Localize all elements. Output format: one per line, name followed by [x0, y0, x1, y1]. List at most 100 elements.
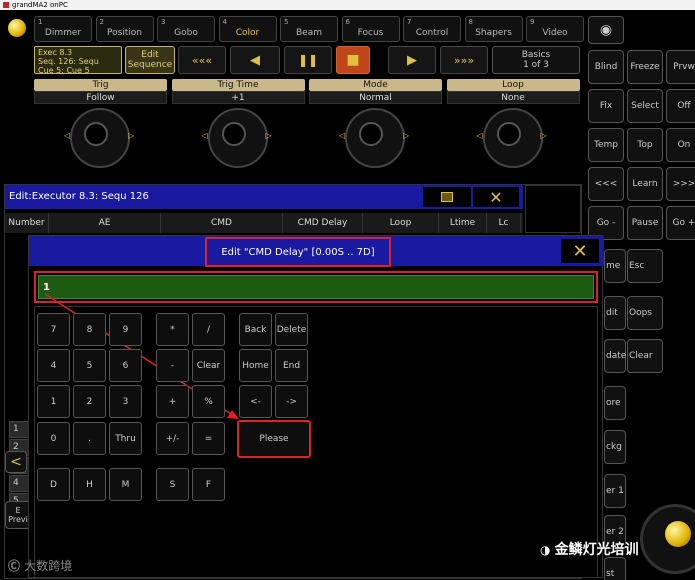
key-end[interactable]: End: [275, 349, 308, 382]
key-h[interactable]: H: [73, 468, 106, 501]
side-key-freeze[interactable]: Freeze: [627, 50, 663, 84]
key-n7[interactable]: 7: [37, 313, 70, 346]
side-key-learn[interactable]: Learn: [627, 167, 663, 201]
encoder-value-3[interactable]: None: [446, 91, 580, 104]
key-n1[interactable]: 1: [37, 385, 70, 418]
side-key-partial-10[interactable]: st: [604, 557, 626, 580]
pool-label: Control: [415, 28, 449, 38]
master-ball-icon[interactable]: [8, 19, 26, 37]
key-home[interactable]: Home: [239, 349, 272, 382]
key-n5[interactable]: 5: [73, 349, 106, 382]
window-title: grandMA2 onPC: [12, 1, 68, 9]
side-key-fix[interactable]: Fix: [588, 89, 624, 123]
key-minus[interactable]: -: [156, 349, 189, 382]
encoder-value-1[interactable]: +1: [171, 91, 305, 104]
key-n4[interactable]: 4: [37, 349, 70, 382]
encoder-value-2[interactable]: Normal: [309, 91, 442, 104]
please-button[interactable]: Please: [237, 420, 311, 458]
side-key-temp[interactable]: Temp: [588, 128, 624, 162]
fast-forward-button[interactable]: »»»: [440, 46, 488, 74]
column-header-2[interactable]: CMD: [161, 213, 283, 233]
window-menu-button[interactable]: [423, 187, 471, 207]
pool-shapers[interactable]: 8 Shapers: [464, 16, 523, 42]
side-key-partial-6[interactable]: ore: [604, 386, 626, 420]
encoder-wheel[interactable]: [640, 504, 695, 574]
side-key-prvw[interactable]: Prvw: [666, 50, 695, 84]
key-label: Home: [242, 360, 269, 371]
encoder-knob-2[interactable]: [345, 108, 405, 168]
stop-button[interactable]: ■: [336, 46, 370, 74]
side-key-blind[interactable]: Blind: [588, 50, 624, 84]
column-header-6[interactable]: Lc: [487, 213, 521, 233]
pool-beam[interactable]: 5 Beam: [280, 16, 338, 42]
side-key-go+[interactable]: Go +: [666, 206, 695, 240]
key-clear[interactable]: Clear: [192, 349, 225, 382]
side-key-on[interactable]: On: [666, 128, 695, 162]
column-header-0[interactable]: Number: [5, 213, 49, 233]
key-times[interactable]: *: [156, 313, 189, 346]
key-thru[interactable]: Thru: [109, 422, 142, 455]
key-back[interactable]: Back: [239, 313, 272, 346]
key-right[interactable]: ->: [275, 385, 308, 418]
pool-video[interactable]: 9 Video: [526, 16, 584, 42]
pool-dimmer[interactable]: 1 Dimmer: [34, 16, 92, 42]
pool-focus[interactable]: 6 Focus: [341, 16, 400, 42]
column-header-3[interactable]: CMD Delay: [283, 213, 363, 233]
back-arrow-button[interactable]: <: [5, 451, 27, 473]
key-n3[interactable]: 3: [109, 385, 142, 418]
key-div[interactable]: /: [192, 313, 225, 346]
pool-color[interactable]: 4 Color: [218, 16, 277, 42]
key-pct[interactable]: %: [192, 385, 225, 418]
target-button[interactable]: ◉: [588, 16, 624, 44]
side-key-select[interactable]: Select: [627, 89, 663, 123]
pool-gobo[interactable]: 3 Gobo: [157, 16, 215, 42]
column-header-1[interactable]: AE: [49, 213, 161, 233]
key-f[interactable]: F: [192, 468, 225, 501]
key-d[interactable]: D: [37, 468, 70, 501]
key-n9[interactable]: 9: [109, 313, 142, 346]
side-key-partial-3[interactable]: Oops: [627, 296, 663, 330]
encoder-knob-0[interactable]: [70, 108, 130, 168]
side-key-partial-8[interactable]: er 1: [604, 474, 626, 508]
side-key-[interactable]: >>>: [666, 167, 695, 201]
side-key-partial-1[interactable]: Esc: [627, 249, 663, 283]
column-header-4[interactable]: Loop: [363, 213, 439, 233]
pause-button[interactable]: ❚❚: [284, 46, 332, 74]
side-key-partial-0[interactable]: me: [604, 249, 626, 283]
key-eq[interactable]: =: [192, 422, 225, 455]
edit-sequence-button[interactable]: Edit Sequence: [125, 46, 175, 74]
side-key-partial-4[interactable]: date: [604, 339, 626, 373]
side-key-partial-2[interactable]: dit: [604, 296, 626, 330]
column-header-5[interactable]: Ltime: [439, 213, 487, 233]
key-n2[interactable]: 2: [73, 385, 106, 418]
key-n0[interactable]: 0: [37, 422, 70, 455]
side-key-[interactable]: <<<: [588, 167, 624, 201]
side-key-off[interactable]: Off: [666, 89, 695, 123]
pool-position[interactable]: 2 Position: [95, 16, 154, 42]
encoder-knob-1[interactable]: [207, 108, 268, 168]
encoder-knob-3[interactable]: [482, 108, 543, 168]
key-s[interactable]: S: [156, 468, 189, 501]
key-plus[interactable]: +: [156, 385, 189, 418]
rewind-button[interactable]: «««: [178, 46, 226, 74]
side-key-top[interactable]: Top: [627, 128, 663, 162]
close-editor-button[interactable]: ✕: [473, 187, 519, 207]
play-button[interactable]: ▶: [388, 46, 436, 74]
basics-button[interactable]: Basics 1 of 3: [492, 46, 580, 74]
pool-control[interactable]: 7 Control: [403, 16, 461, 42]
key-m[interactable]: M: [109, 468, 142, 501]
encoder-value-0[interactable]: Follow: [34, 91, 167, 104]
side-key-partial-7[interactable]: ckg: [604, 430, 626, 464]
side-key-label: Pause: [631, 218, 659, 228]
key-n6[interactable]: 6: [109, 349, 142, 382]
key-plusminus[interactable]: +/-: [156, 422, 189, 455]
key-left[interactable]: <-: [239, 385, 272, 418]
side-key-pause[interactable]: Pause: [627, 206, 663, 240]
basics-line2: 1 of 3: [523, 60, 549, 70]
key-dot[interactable]: .: [73, 422, 106, 455]
side-key-partial-5[interactable]: Clear: [627, 339, 663, 373]
key-delete[interactable]: Delete: [275, 313, 308, 346]
key-n8[interactable]: 8: [73, 313, 106, 346]
exec-info-line1: Exec 8.3: [38, 48, 73, 57]
prev-button[interactable]: ◀: [230, 46, 280, 74]
